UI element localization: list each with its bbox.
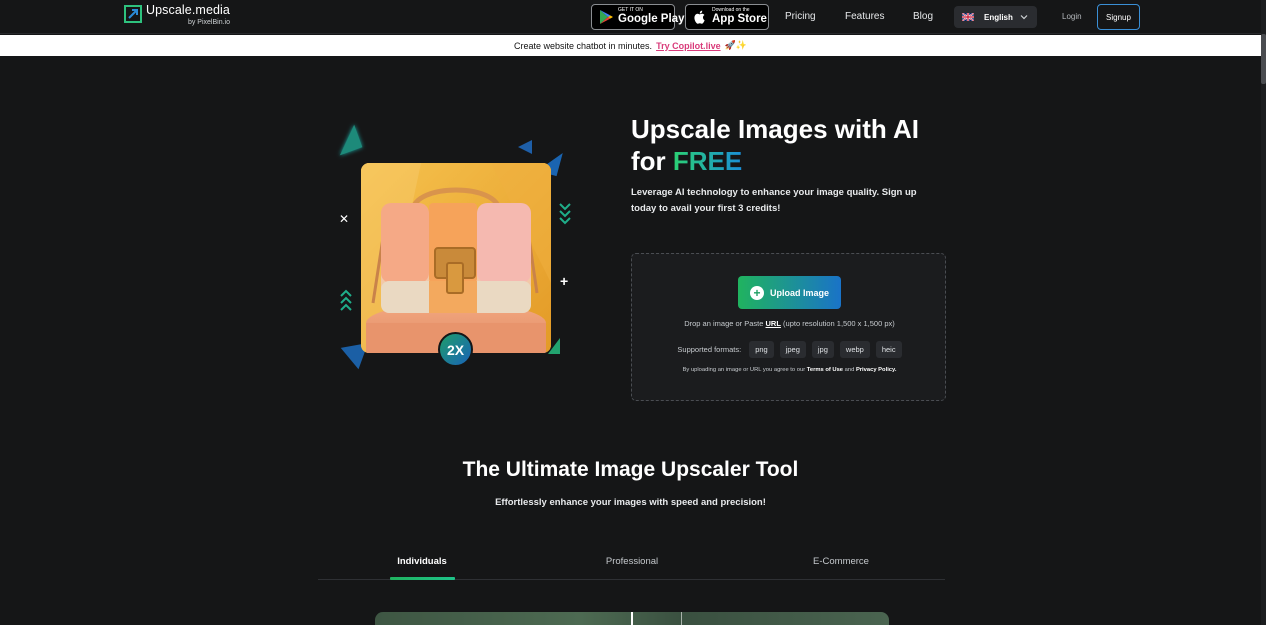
- promo-banner: Create website chatbot in minutes. Try C…: [0, 35, 1261, 56]
- hero-title: Upscale Images with AI for FREE: [631, 113, 961, 177]
- decor-triangle: [518, 140, 532, 154]
- promo-emoji: 🚀✨: [724, 40, 747, 50]
- logo-title: Upscale.media: [146, 3, 230, 17]
- google-play-label: Google Play: [618, 13, 685, 26]
- decor-chevrons-up-icon: [340, 289, 352, 311]
- comparison-slider-handle[interactable]: [631, 612, 633, 625]
- promo-text: Create website chatbot in minutes.: [513, 40, 653, 51]
- hero-illustration: ✕ + 2X: [330, 120, 592, 388]
- drop-text-after: (upto resolution 1,500 x 1,500 px): [780, 319, 895, 328]
- logo[interactable]: Upscale.media by PixelBin.io: [124, 4, 230, 26]
- supported-formats: Supported formats: png jpeg jpg webp hei…: [632, 341, 947, 358]
- upload-button-label: Upload Image: [769, 287, 829, 298]
- plus-icon: +: [749, 285, 764, 300]
- section-subtitle: Effortlessly enhance your images with sp…: [495, 497, 766, 508]
- comparison-guide-line: [681, 612, 682, 625]
- language-selector[interactable]: English: [954, 6, 1037, 28]
- tab-ecommerce[interactable]: E-Commerce: [781, 556, 901, 567]
- audience-tabs: Individuals Professional E-Commerce: [318, 550, 945, 580]
- sample-handbag-image: [361, 163, 551, 353]
- nav-features[interactable]: Features: [845, 11, 884, 22]
- drop-instructions: Drop an image or Paste URL (upto resolut…: [632, 319, 947, 328]
- chevron-down-icon: [1020, 15, 1028, 20]
- hero-title-line1: Upscale Images with AI: [631, 114, 920, 144]
- decor-triangle: [331, 124, 363, 156]
- format-chip: webp: [839, 341, 870, 358]
- formats-label: Supported formats:: [677, 345, 742, 354]
- handbag-illustration: [361, 163, 551, 353]
- format-chip: jpg: [811, 341, 834, 358]
- app-store-label: App Store: [712, 13, 767, 26]
- upload-image-button[interactable]: + Upload Image: [738, 276, 841, 309]
- section-title: The Ultimate Image Upscaler Tool: [462, 458, 799, 481]
- logo-subtitle: by PixelBin.io: [187, 18, 230, 26]
- upscale-2x-badge: 2X: [438, 332, 473, 367]
- scrollbar-thumb[interactable]: [1261, 34, 1266, 84]
- terms-notice: By uploading an image or URL you agree t…: [632, 367, 947, 373]
- uk-flag-icon: [962, 13, 974, 21]
- google-play-icon: [600, 10, 613, 24]
- google-play-button[interactable]: GET IT ON Google Play: [591, 4, 684, 30]
- nav-pricing[interactable]: Pricing: [785, 11, 816, 22]
- tab-individuals[interactable]: Individuals: [362, 556, 482, 567]
- before-after-preview[interactable]: [375, 612, 889, 625]
- paste-url-link[interactable]: URL: [766, 319, 781, 328]
- format-chip: png: [749, 341, 774, 358]
- promo-link[interactable]: Try Copilot.live: [656, 41, 721, 51]
- login-link[interactable]: Login: [1062, 12, 1082, 21]
- decor-x-mark: ✕: [339, 212, 350, 226]
- hero-title-for: for: [631, 146, 673, 176]
- terms-and: and: [843, 367, 856, 373]
- format-chip: jpeg: [779, 341, 806, 358]
- signup-button[interactable]: Signup: [1097, 4, 1140, 30]
- terms-of-use-link[interactable]: Terms of Use: [807, 367, 843, 373]
- upload-dropzone[interactable]: + Upload Image Drop an image or Paste UR…: [631, 253, 946, 401]
- language-label: English: [984, 12, 1013, 22]
- app-store-button[interactable]: Download on the App Store: [685, 4, 769, 30]
- active-tab-indicator: [390, 577, 455, 580]
- decor-plus-mark: +: [560, 273, 569, 289]
- upscale-logo-icon: [124, 5, 142, 23]
- drop-text-before: Drop an image or Paste: [684, 319, 766, 328]
- hero-title-free: FREE: [672, 146, 743, 176]
- terms-text: By uploading an image or URL you agree t…: [682, 367, 807, 373]
- apple-icon: [694, 10, 705, 24]
- top-navbar: Upscale.media by PixelBin.io GET IT ON G…: [0, 0, 1266, 34]
- page-scrollbar[interactable]: [1261, 0, 1266, 625]
- privacy-policy-link[interactable]: Privacy Policy.: [856, 367, 897, 373]
- tab-professional[interactable]: Professional: [572, 556, 692, 567]
- decor-chevrons-down-icon: [559, 203, 571, 225]
- format-chip: heic: [875, 341, 902, 358]
- hero-description: Leverage AI technology to enhance your i…: [631, 187, 917, 214]
- nav-blog[interactable]: Blog: [913, 11, 933, 22]
